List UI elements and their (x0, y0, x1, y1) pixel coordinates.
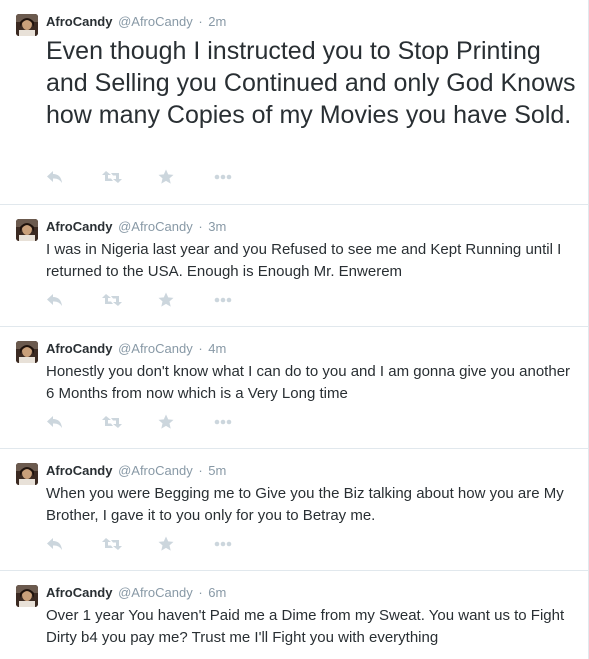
tweet-timestamp[interactable]: 2m (208, 14, 226, 29)
retweet-icon (102, 538, 122, 550)
tweet-timeline: AfroCandy @AfroCandy · 2m Even though I … (0, 0, 589, 659)
star-icon (158, 169, 174, 184)
tweet[interactable]: AfroCandy @AfroCandy · 2m Even though I … (0, 0, 588, 205)
avatar[interactable] (16, 14, 38, 36)
tweet-header: AfroCandy @AfroCandy · 2m (46, 0, 578, 30)
star-icon (158, 536, 174, 551)
avatar[interactable] (16, 463, 38, 485)
tweet-timestamp[interactable]: 4m (208, 341, 226, 356)
retweet-button[interactable] (102, 413, 158, 431)
retweet-button[interactable] (102, 168, 158, 186)
reply-button[interactable] (46, 413, 102, 431)
tweet-header: AfroCandy @AfroCandy · 3m (46, 205, 578, 235)
more-icon (214, 419, 232, 425)
separator-dot: · (198, 219, 203, 234)
tweet-actions (46, 291, 270, 309)
more-button[interactable] (214, 535, 270, 553)
separator-dot: · (198, 585, 203, 600)
retweet-icon (102, 171, 122, 183)
favorite-button[interactable] (158, 291, 214, 309)
tweet-text: Even though I instructed you to Stop Pri… (46, 37, 576, 129)
more-icon (214, 174, 232, 180)
reply-button[interactable] (46, 535, 102, 553)
tweet-timestamp[interactable]: 6m (208, 585, 226, 600)
favorite-button[interactable] (158, 168, 214, 186)
separator-dot: · (198, 341, 203, 356)
user-name[interactable]: AfroCandy (46, 14, 112, 29)
reply-icon (47, 416, 62, 428)
user-name[interactable]: AfroCandy (46, 219, 112, 234)
star-icon (158, 414, 174, 429)
tweet[interactable]: AfroCandy @AfroCandy · 5m When you were … (0, 449, 588, 571)
user-handle[interactable]: @AfroCandy (118, 585, 193, 600)
reply-icon (47, 294, 62, 306)
user-handle[interactable]: @AfroCandy (118, 463, 193, 478)
tweet-text: When you were Begging me to Give you the… (46, 485, 564, 524)
separator-dot: · (198, 14, 203, 29)
separator-dot: · (198, 463, 203, 478)
user-name[interactable]: AfroCandy (46, 463, 112, 478)
favorite-button[interactable] (158, 535, 214, 553)
user-handle[interactable]: @AfroCandy (118, 219, 193, 234)
reply-icon (47, 171, 62, 183)
star-icon (158, 292, 174, 307)
reply-button[interactable] (46, 291, 102, 309)
reply-icon (47, 538, 62, 550)
tweet-header: AfroCandy @AfroCandy · 4m (46, 327, 578, 357)
retweet-icon (102, 294, 122, 306)
tweet-text: I was in Nigeria last year and you Refus… (46, 241, 562, 280)
user-handle[interactable]: @AfroCandy (118, 341, 193, 356)
retweet-button[interactable] (102, 535, 158, 553)
tweet[interactable]: AfroCandy @AfroCandy · 4m Honestly you d… (0, 327, 588, 449)
user-name[interactable]: AfroCandy (46, 585, 112, 600)
tweet-text: Honestly you don't know what I can do to… (46, 363, 571, 402)
avatar[interactable] (16, 585, 38, 607)
tweet-timestamp[interactable]: 3m (208, 219, 226, 234)
tweet[interactable]: AfroCandy @AfroCandy · 6m Over 1 year Yo… (0, 571, 588, 659)
more-button[interactable] (214, 291, 270, 309)
tweet-header: AfroCandy @AfroCandy · 5m (46, 449, 578, 479)
tweet-text: Over 1 year You haven't Paid me a Dime f… (46, 607, 565, 646)
tweet-timestamp[interactable]: 5m (208, 463, 226, 478)
tweet[interactable]: AfroCandy @AfroCandy · 3m I was in Niger… (0, 205, 588, 327)
tweet-actions (46, 535, 270, 553)
user-name[interactable]: AfroCandy (46, 341, 112, 356)
retweet-button[interactable] (102, 291, 158, 309)
more-button[interactable] (214, 168, 270, 186)
more-icon (214, 297, 232, 303)
retweet-icon (102, 416, 122, 428)
more-button[interactable] (214, 413, 270, 431)
tweet-header: AfroCandy @AfroCandy · 6m (46, 571, 578, 601)
avatar[interactable] (16, 341, 38, 363)
avatar[interactable] (16, 219, 38, 241)
reply-button[interactable] (46, 168, 102, 186)
favorite-button[interactable] (158, 413, 214, 431)
tweet-actions (46, 413, 270, 431)
tweet-actions (46, 168, 270, 186)
user-handle[interactable]: @AfroCandy (118, 14, 193, 29)
more-icon (214, 541, 232, 547)
